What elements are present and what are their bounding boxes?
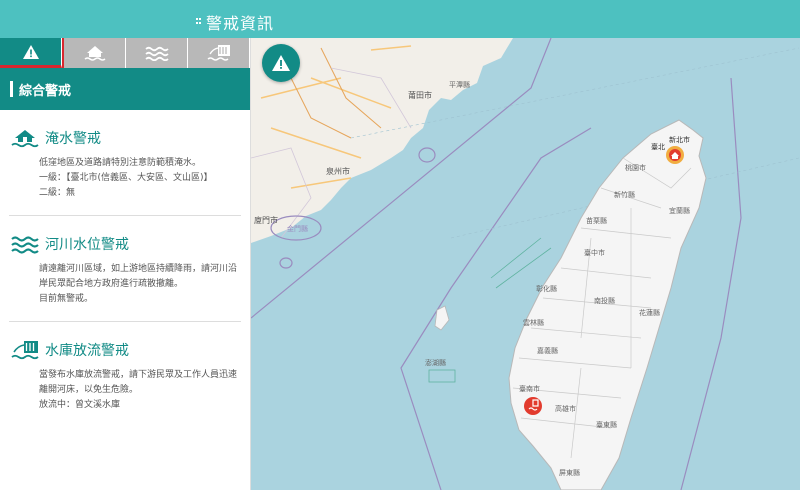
menu-dots-icon[interactable]: [196, 16, 203, 26]
map-label-pingtung: 屏東縣: [559, 469, 580, 477]
reservoir-warning-status: 放流中：曾文溪水庫: [39, 400, 121, 410]
river-warning-status: 目前無警戒。: [39, 294, 94, 304]
reservoir-warning-desc-1: 當發布水庫放流警戒，請下游民眾及工作人員迅速: [39, 370, 238, 380]
river-warning-desc-1: 請遠離河川區域，如上游地區持續降雨，請河川沿: [39, 264, 238, 274]
flood-warning-title: 淹水警戒: [45, 131, 101, 147]
map-label-putian: 莆田市: [408, 91, 432, 100]
map-label-penghu: 澎湖縣: [425, 359, 446, 367]
map-label-yilan: 宜蘭縣: [669, 207, 690, 215]
dam-release-icon: [11, 341, 39, 360]
flood-warning-level2: 二級：無: [39, 188, 76, 198]
map-warning-button[interactable]: [262, 44, 300, 82]
flood-house-icon: [84, 46, 105, 61]
flood-alert-marker-taipei[interactable]: [666, 146, 684, 164]
tab-river[interactable]: [126, 38, 188, 68]
map-label-taichung: 臺中市: [584, 249, 605, 257]
map-label-newtaipei: 新北市: [669, 136, 690, 144]
map-label-taitung: 臺東縣: [596, 421, 617, 429]
tab-all-warnings[interactable]: [0, 38, 62, 68]
warning-icon: [272, 55, 290, 71]
tab-flood[interactable]: [62, 38, 126, 68]
map-label-hualien: 花蓮縣: [639, 309, 660, 317]
map-label-hsinchu: 新竹縣: [614, 191, 635, 199]
warning-icon: [22, 44, 39, 59]
map-label-jinmen: 金門縣: [287, 225, 308, 233]
map-label-pingtan: 平潭縣: [449, 81, 470, 89]
flood-house-icon: [11, 130, 39, 148]
map-canvas: [251, 38, 800, 490]
map-label-kaohsiung: 高雄市: [555, 405, 576, 413]
map-label-taoyuan: 桃園市: [625, 164, 646, 172]
section-header: 綜合警戒: [0, 68, 250, 110]
section-title: 綜合警戒: [19, 83, 72, 99]
river-warning-desc-2: 岸民眾配合地方政府進行疏散撤離。: [39, 279, 184, 289]
tab-bar: [0, 38, 250, 68]
flood-warning-card[interactable]: 淹水警戒 低窪地區及道路請特別注意防範積淹水。 一級：【臺北市(信義區、大安區、…: [9, 110, 241, 216]
map-label-nantou: 南投縣: [594, 297, 615, 305]
dam-release-icon: [207, 45, 230, 61]
header-bar: 警戒資訊: [0, 0, 800, 38]
reservoir-warning-desc-2: 離開河床，以免生危險。: [39, 385, 139, 395]
reservoir-warning-title: 水庫放流警戒: [45, 343, 129, 359]
matsu-boundary: [418, 147, 436, 163]
map-label-yunlin: 雲林縣: [523, 319, 544, 327]
river-warning-card[interactable]: 河川水位警戒 請遠離河川區域，如上游地區持續降雨，請河川沿 岸民眾配合地方政府進…: [9, 216, 241, 322]
map-view[interactable]: 莆田市 平潭縣 泉州市 廈門市 金門縣 臺北 新北市 桃園市 新竹縣 宜蘭縣 苗…: [251, 38, 800, 490]
water-waves-icon: [11, 236, 39, 254]
map-label-miaoli: 苗栗縣: [586, 217, 607, 225]
map-label-changhua: 彰化縣: [536, 285, 557, 293]
map-label-taipei: 臺北: [651, 143, 665, 151]
section-bar: [10, 81, 13, 97]
page-title: 警戒資訊: [206, 14, 275, 33]
penghu-island: [434, 305, 450, 331]
coastal-zone-lines: [490, 237, 552, 289]
island-boundary: [279, 257, 293, 269]
reservoir-alert-marker-tainan[interactable]: [524, 397, 542, 415]
map-label-xiamen: 廈門市: [254, 216, 278, 225]
map-label-chiayi: 嘉義縣: [537, 347, 558, 355]
river-warning-title: 河川水位警戒: [45, 237, 129, 253]
penghu-zone: [428, 369, 456, 383]
reservoir-warning-card[interactable]: 水庫放流警戒 當發布水庫放流警戒，請下游民眾及工作人員迅速 離開河床，以免生危險…: [9, 322, 241, 427]
sidebar: 綜合警戒 淹水警戒 低窪地區及道路請特別注意防範積淹水。 一級：【臺北市(信義區…: [0, 38, 251, 490]
flood-warning-level1: 一級：【臺北市(信義區、大安區、文山區)】: [39, 173, 213, 183]
map-label-quanzhou: 泉州市: [326, 167, 350, 176]
flood-warning-desc: 低窪地區及道路請特別注意防範積淹水。: [39, 158, 202, 168]
water-waves-icon: [144, 46, 169, 61]
tab-reservoir[interactable]: [188, 38, 250, 68]
map-label-tainan: 臺南市: [519, 385, 540, 393]
